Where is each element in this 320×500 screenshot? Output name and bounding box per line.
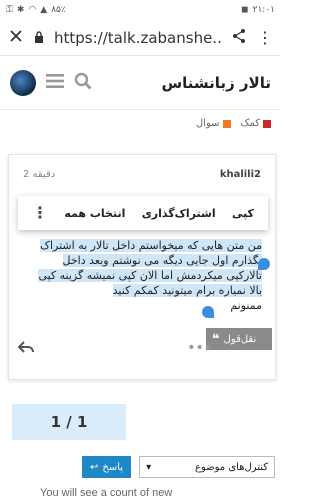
status-right: ◼ ۲۱:۰۱ [241,5,275,15]
bluetooth-icon: ✱ [16,5,25,15]
category-badges: سوال کمک [0,110,281,129]
close-icon[interactable] [8,28,24,48]
status-bar: ⚿ ✱ ◠ ▲ ۸۵٪ ◼ ۲۱:۰۱ [0,0,281,20]
share-icon[interactable] [231,28,247,48]
selected-text[interactable]: من متن هایی که میخواستم داخل تالار به اش… [38,239,262,297]
reply-button[interactable]: ↩ پاسخ [82,456,132,478]
category-badge[interactable]: کمک [240,118,271,129]
text-selection-menu: ⋮ انتخاب همه اشتراک‌گذاری کپی [18,196,268,230]
chevron-down-icon: ▾ [146,461,152,473]
topic-controls-dropdown[interactable]: ▾ کنترل‌های موضوع [139,456,276,478]
avatar[interactable] [10,69,36,96]
selection-end-handle[interactable] [202,306,214,318]
copy-button[interactable]: کپی [232,207,254,220]
battery-level: ۸۵٪ [51,5,66,15]
topic-controls-label: کنترل‌های موضوع [195,461,269,473]
select-all-button[interactable]: انتخاب همه [64,207,125,220]
category-badge[interactable]: سوال [196,118,231,129]
share-button[interactable]: اشتراک‌گذاری [142,207,216,220]
post-actions: ••• [17,338,268,357]
post-body-rest: ممنونم [230,299,262,312]
signal-icon: ▲ [40,5,48,15]
hamburger-menu-icon[interactable] [46,73,64,92]
browser-url-bar: https://talk.zabanshe... ⋮ [0,20,281,56]
pagination-indicator[interactable]: 1 / 1 [12,404,126,440]
search-icon[interactable] [74,72,92,94]
footer-note: You will see a count of new [40,487,173,499]
lock-icon [34,28,44,47]
site-title[interactable]: تالار زبانشناس [161,74,271,92]
notification-icon: ◼ [241,5,249,15]
post-body: من متن هایی که میخواستم داخل تالار به اش… [30,238,262,313]
status-left: ⚿ ✱ ◠ ▲ ۸۵٪ [6,5,66,15]
more-horiz-icon[interactable]: ••• [187,340,212,356]
category-color-swatch [222,119,231,128]
bottom-controls: ↩ پاسخ ▾ کنترل‌های موضوع [82,456,276,478]
url-text[interactable]: https://talk.zabanshe... [54,29,221,47]
key-icon: ⚿ [6,5,13,15]
pagination-label: 1 / 1 [50,413,88,431]
selection-start-handle[interactable] [258,258,270,270]
more-vert-icon[interactable]: ⋮ [32,205,48,221]
post-username[interactable]: khalili2 [220,169,261,180]
category-color-swatch [263,119,271,128]
category-label: سوال [195,118,220,129]
reply-icon[interactable] [17,338,34,357]
more-vert-icon[interactable]: ⋮ [257,29,273,46]
category-label: کمک [240,118,261,129]
site-header: تالار زبانشناس [0,56,281,110]
reply-label: پاسخ [102,461,124,473]
post-meta: 2 دقیقه khalili2 [9,155,275,180]
wifi-icon: ◠ [28,5,37,15]
reply-icon: ↩ [90,461,99,473]
status-time: ۲۱:۰۱ [252,5,275,15]
post-time: 2 دقیقه [23,169,56,180]
